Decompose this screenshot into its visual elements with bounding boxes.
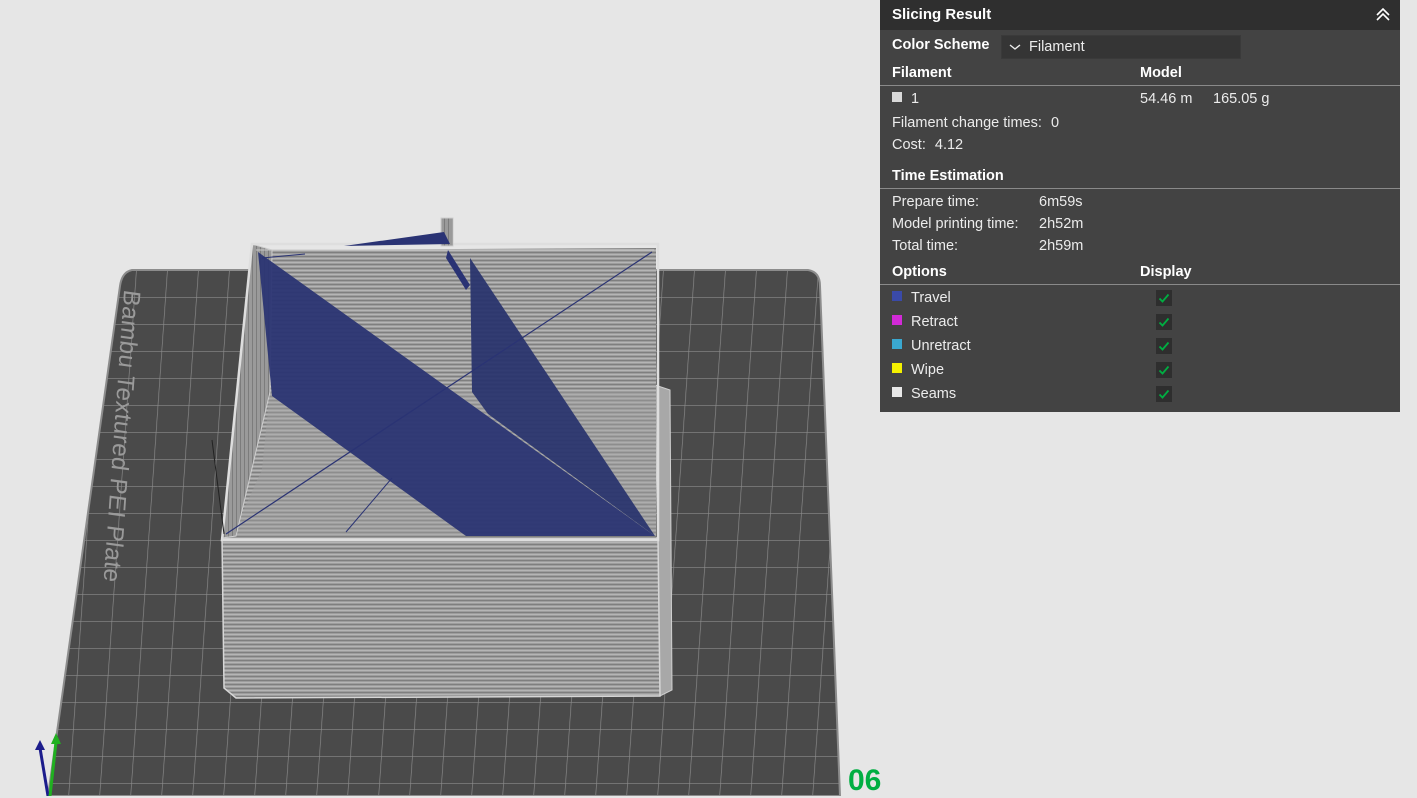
filament-row: 1 54.46 m 165.05 g bbox=[892, 88, 1400, 110]
retract-color-swatch bbox=[892, 315, 902, 326]
filament-length: 54.46 m bbox=[1140, 91, 1193, 107]
filament-color-swatch bbox=[892, 92, 902, 103]
seams-color-swatch bbox=[892, 387, 902, 398]
option-row-seams: Seams bbox=[892, 383, 1400, 405]
display-header: Display bbox=[1140, 264, 1192, 280]
filament-change-value: 0 bbox=[1050, 115, 1060, 131]
option-label: Wipe bbox=[911, 362, 945, 378]
option-row-unretract: Unretract bbox=[892, 335, 1400, 357]
options-table-header: Options Display bbox=[892, 261, 1400, 283]
filament-change-row: Filament change times: 0 bbox=[892, 112, 1400, 134]
chevron-down-icon bbox=[1009, 44, 1021, 50]
color-scheme-value: Filament bbox=[1029, 39, 1085, 55]
option-row-retract: Retract bbox=[892, 311, 1400, 333]
total-time-value: 2h59m bbox=[1039, 238, 1084, 254]
filament-table-header: Filament Model bbox=[892, 62, 1400, 84]
retract-display-checkbox[interactable] bbox=[1156, 314, 1172, 330]
divider bbox=[880, 284, 1400, 285]
color-scheme-dropdown[interactable]: Filament bbox=[1001, 35, 1241, 59]
cost-row: Cost: 4.12 bbox=[892, 134, 1400, 156]
filament-weight: 165.05 g bbox=[1213, 91, 1270, 107]
plate-number[interactable]: 06 bbox=[848, 764, 881, 798]
total-time-label: Total time: bbox=[892, 238, 959, 254]
filament-change-label: Filament change times: bbox=[892, 115, 1042, 131]
seams-display-checkbox[interactable] bbox=[1156, 386, 1172, 402]
panel-title: Slicing Result bbox=[892, 6, 992, 23]
collapse-icon[interactable] bbox=[1372, 4, 1394, 26]
divider bbox=[880, 85, 1400, 86]
filament-header: Filament bbox=[892, 65, 952, 81]
option-label: Retract bbox=[911, 314, 958, 330]
wipe-display-checkbox[interactable] bbox=[1156, 362, 1172, 378]
option-label: Travel bbox=[911, 290, 951, 306]
options-header: Options bbox=[892, 264, 947, 280]
model-printing-time-value: 2h52m bbox=[1039, 216, 1084, 232]
prepare-time-value: 6m59s bbox=[1039, 194, 1083, 210]
cost-value: 4.12 bbox=[934, 137, 964, 153]
option-label: Unretract bbox=[911, 338, 971, 354]
time-estimation-header: Time Estimation bbox=[892, 168, 1004, 184]
model-printing-time-label: Model printing time: bbox=[892, 216, 1019, 232]
cost-label: Cost: bbox=[892, 137, 926, 153]
option-row-wipe: Wipe bbox=[892, 359, 1400, 381]
travel-display-checkbox[interactable] bbox=[1156, 290, 1172, 306]
prepare-time-label: Prepare time: bbox=[892, 194, 980, 210]
time-row: Model printing time: 2h52m bbox=[892, 213, 1400, 235]
divider bbox=[880, 188, 1400, 189]
slicing-result-panel: Slicing Result Color Scheme Filament Fil… bbox=[880, 0, 1400, 412]
travel-color-swatch bbox=[892, 291, 902, 302]
time-row: Prepare time: 6m59s bbox=[892, 191, 1400, 213]
option-row-travel: Travel bbox=[892, 287, 1400, 309]
unretract-display-checkbox[interactable] bbox=[1156, 338, 1172, 354]
unretract-color-swatch bbox=[892, 339, 902, 350]
panel-header: Slicing Result bbox=[880, 0, 1400, 30]
model-header: Model bbox=[1140, 65, 1182, 81]
time-row: Total time: 2h59m bbox=[892, 235, 1400, 257]
wipe-color-swatch bbox=[892, 363, 902, 374]
filament-id: 1 bbox=[911, 91, 920, 107]
option-label: Seams bbox=[911, 386, 957, 402]
